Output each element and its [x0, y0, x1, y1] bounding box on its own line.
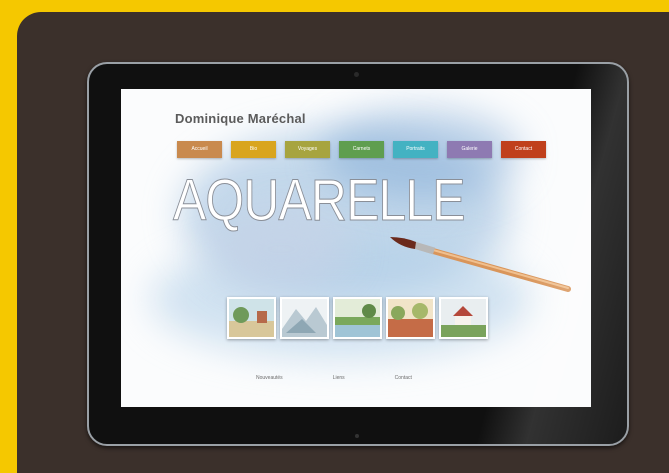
- paintbrush-icon: [390, 237, 571, 292]
- camera-icon: [354, 72, 359, 77]
- tablet-device: Dominique Maréchal Accueil Bio Voyages C…: [87, 62, 629, 446]
- thumbnail-garden[interactable]: [386, 297, 435, 339]
- thumbnail-mountain[interactable]: [280, 297, 329, 339]
- nav-item-galerie[interactable]: Galerie: [447, 141, 492, 158]
- site-title: Dominique Maréchal: [175, 111, 306, 126]
- footer-link-liens[interactable]: Liens: [333, 375, 345, 381]
- thumbnail-seaside[interactable]: [227, 297, 276, 339]
- footer-link-contact[interactable]: Contact: [395, 375, 412, 381]
- nav-item-carnets[interactable]: Carnets: [339, 141, 384, 158]
- gallery-thumbnails: [227, 297, 488, 339]
- nav-item-portraits[interactable]: Portraits: [393, 141, 438, 158]
- dark-frame: Dominique Maréchal Accueil Bio Voyages C…: [17, 12, 669, 473]
- thumbnail-river[interactable]: [333, 297, 382, 339]
- tablet-screen: Dominique Maréchal Accueil Bio Voyages C…: [121, 89, 591, 407]
- nav-item-accueil[interactable]: Accueil: [177, 141, 222, 158]
- nav-item-contact[interactable]: Contact: [501, 141, 546, 158]
- home-indicator: [355, 434, 359, 438]
- main-nav: Accueil Bio Voyages Carnets Portraits Ga…: [177, 141, 546, 158]
- hero-title: AQUARELLE: [173, 168, 466, 234]
- footer-link-nouveautes[interactable]: Nouveautés: [256, 375, 283, 381]
- nav-item-voyages[interactable]: Voyages: [285, 141, 330, 158]
- nav-item-bio[interactable]: Bio: [231, 141, 276, 158]
- thumbnail-chapel[interactable]: [439, 297, 488, 339]
- footer-links: Nouveautés Liens Contact: [256, 375, 412, 381]
